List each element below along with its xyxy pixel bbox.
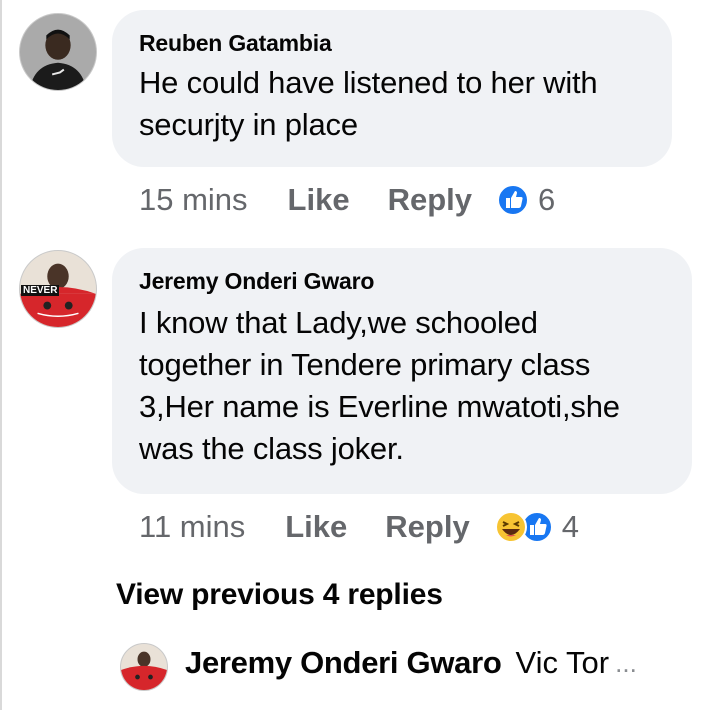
reply-button[interactable]: Reply [385,509,469,545]
like-button[interactable]: Like [288,182,350,218]
reply-button[interactable]: Reply [388,182,472,218]
reaction-count[interactable]: 4 [562,509,579,545]
left-border [0,0,2,710]
comment-author[interactable]: Jeremy Onderi Gwaro [139,268,374,295]
comment-text: He could have listened to her with secur… [139,65,598,142]
reaction-count[interactable]: 6 [538,182,555,218]
avatar[interactable]: NEVER [19,250,97,328]
preview-text: Vic Tor [515,645,610,680]
comment-time[interactable]: 15 mins [139,182,248,218]
like-icon[interactable] [496,183,530,217]
comment-time[interactable]: 11 mins [139,509,245,545]
view-previous-replies-link[interactable]: View previous 4 replies [116,578,443,612]
avatar-text: NEVER [21,285,60,296]
comment-text: I know that Lady,we schooled together in… [139,305,620,466]
haha-icon [494,510,528,544]
preview-ellipsis: ... [615,647,637,678]
comment-actions: 11 mins Like Reply 4 [139,509,579,545]
profile-photo-icon [121,644,167,690]
avatar[interactable] [120,643,168,691]
like-button[interactable]: Like [285,509,347,545]
reply-preview[interactable]: Jeremy Onderi Gwaro Vic Tor ... [185,645,637,681]
reaction-icons[interactable] [494,510,554,544]
profile-photo-icon [20,14,96,90]
comment-author[interactable]: Reuben Gatambia [139,30,332,57]
comment-actions: 15 mins Like Reply 6 [139,182,555,218]
avatar[interactable] [19,13,97,91]
preview-author[interactable]: Jeremy Onderi Gwaro [185,645,502,681]
